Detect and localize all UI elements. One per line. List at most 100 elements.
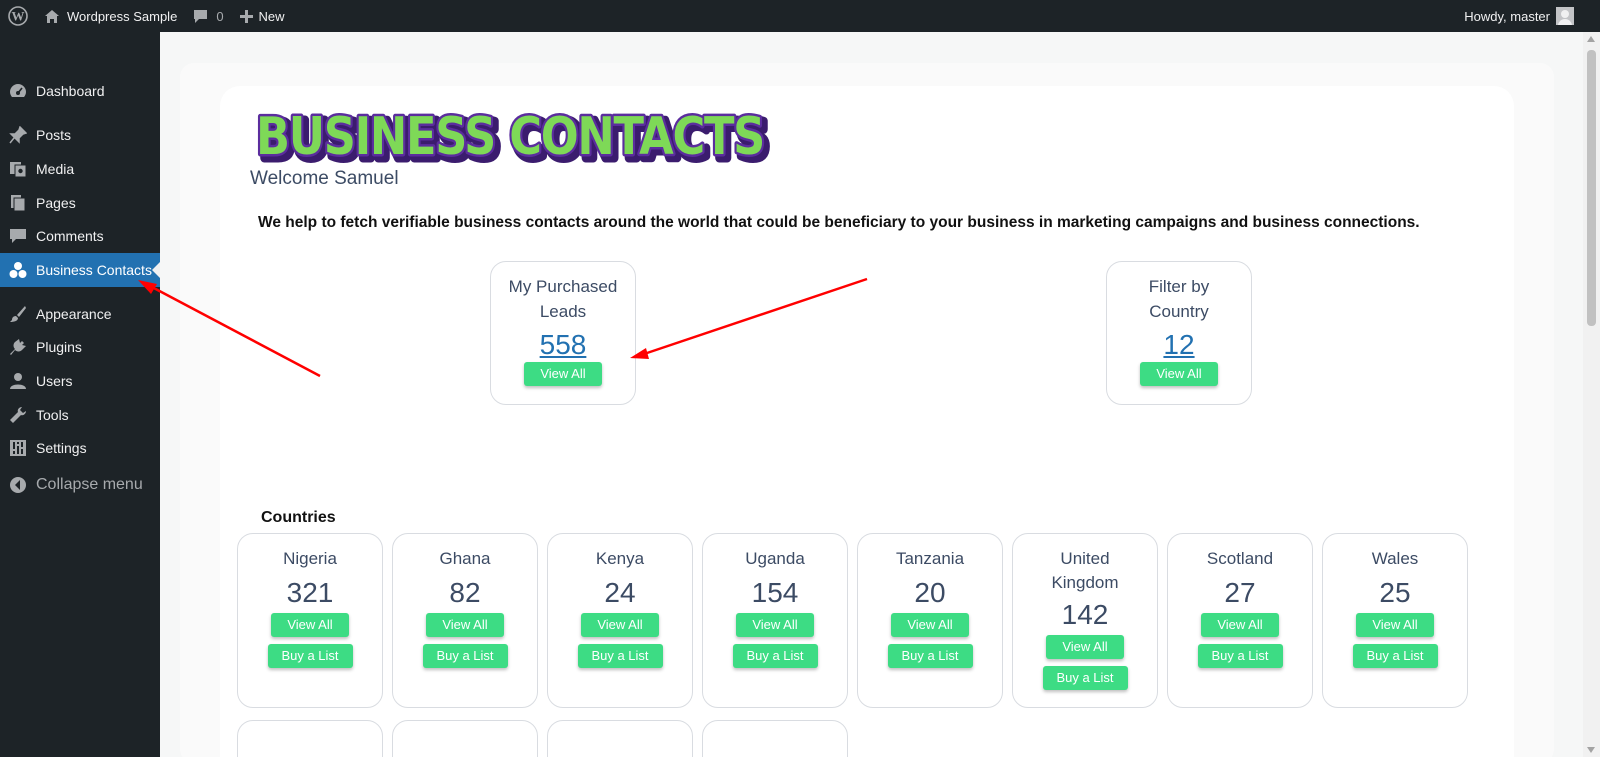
pin-icon [8, 125, 28, 145]
howdy-text: Howdy, master [1464, 8, 1550, 24]
settings-icon [8, 438, 28, 458]
country-count: 27 [1224, 577, 1256, 608]
sidebar-item-posts[interactable]: Posts [0, 118, 160, 152]
buy-a-list-button[interactable]: Buy a List [887, 644, 973, 668]
admin-bar: W Wordpress Sample 0 New Howdy, master [0, 0, 1600, 32]
scroll-down-arrow-icon[interactable] [1587, 747, 1595, 753]
comments-count: 0 [216, 8, 224, 24]
sidebar-item-media[interactable]: Media [0, 152, 160, 186]
country-name: Nigeria [283, 549, 337, 568]
country-card-nigeria: Nigeria 321 View All Buy a List [237, 533, 383, 708]
collapse-icon [8, 475, 28, 495]
card-title-line1: Filter by [1148, 277, 1210, 296]
country-card-scotland: Scotland 27 View All Buy a List [1167, 533, 1313, 708]
country-card-uganda: Uganda 154 View All Buy a List [702, 533, 848, 708]
comment-bubble-icon [193, 9, 208, 24]
purchased-leads-view-all-button[interactable]: View All [524, 362, 602, 386]
country-count: 142 [1061, 599, 1109, 630]
plugin-icon [8, 337, 28, 357]
country-count: 20 [914, 577, 946, 608]
sidebar-item-label: Users [36, 373, 73, 389]
view-all-button[interactable]: View All [1201, 613, 1279, 637]
media-icon [8, 159, 28, 179]
wrench-icon [8, 405, 28, 425]
buy-a-list-button[interactable]: Buy a List [1042, 666, 1128, 690]
view-all-button[interactable]: View All [1356, 613, 1434, 637]
sidebar-item-label: Media [36, 161, 75, 177]
sidebar-item-settings[interactable]: Settings [0, 431, 160, 465]
country-card-kenya: Kenya 24 View All Buy a List [547, 533, 693, 708]
country-card-ghana: Ghana 82 View All Buy a List [392, 533, 538, 708]
site-name: Wordpress Sample [67, 8, 178, 24]
country-card [547, 720, 693, 757]
country-card-united-kingdom: United Kingdom 142 View All Buy a List [1012, 533, 1158, 708]
buy-a-list-button[interactable]: Buy a List [422, 644, 508, 668]
sidebar-item-label: Pages [36, 195, 76, 211]
sidebar-item-users[interactable]: Users [0, 364, 160, 398]
sidebar-item-label: Settings [36, 440, 87, 456]
comments-link[interactable]: 0 [185, 0, 231, 32]
country-name: Tanzania [895, 549, 965, 568]
sidebar-item-dashboard[interactable]: Dashboard [0, 74, 160, 108]
country-card-tanzania: Tanzania 20 View All Buy a List [857, 533, 1003, 708]
collapse-menu-button[interactable]: Collapse menu [0, 468, 160, 502]
view-all-button[interactable]: View All [891, 613, 969, 637]
my-account-link[interactable]: Howdy, master [1456, 0, 1600, 32]
country-name-line2: Kingdom [1051, 573, 1119, 592]
country-name: Ghana [439, 549, 491, 568]
view-all-button[interactable]: View All [271, 613, 349, 637]
view-all-button[interactable]: View All [581, 613, 659, 637]
card-title-line2: Leads [539, 302, 587, 321]
sidebar-item-label: Dashboard [36, 83, 105, 99]
sidebar-item-appearance[interactable]: Appearance [0, 297, 160, 331]
new-content-link[interactable]: New [232, 0, 293, 32]
country-card [702, 720, 848, 757]
new-label: New [258, 8, 285, 24]
sidebar-item-label: Plugins [36, 339, 82, 355]
country-name: Kenya [595, 549, 645, 568]
dashboard-icon [8, 81, 28, 101]
user-icon [8, 371, 28, 391]
filter-by-country-view-all-button[interactable]: View All [1140, 362, 1218, 386]
sidebar-item-tools[interactable]: Tools [0, 398, 160, 432]
country-count-link[interactable]: 12 [1163, 329, 1194, 360]
buy-a-list-button[interactable]: Buy a List [732, 644, 818, 668]
groups-icon [8, 260, 28, 280]
country-card [237, 720, 383, 757]
buy-a-list-button[interactable]: Buy a List [267, 644, 353, 668]
sidebar-item-business-contacts[interactable]: Business Contacts [0, 253, 160, 287]
sidebar-item-label: Collapse menu [36, 476, 143, 493]
sidebar-item-plugins[interactable]: Plugins [0, 330, 160, 364]
scroll-up-arrow-icon[interactable] [1587, 36, 1595, 42]
sidebar-item-pages[interactable]: Pages [0, 186, 160, 220]
buy-a-list-button[interactable]: Buy a List [577, 644, 663, 668]
country-card-wales: Wales 25 View All Buy a List [1322, 533, 1468, 708]
country-count: 25 [1379, 577, 1411, 608]
view-all-button[interactable]: View All [736, 613, 814, 637]
svg-text:BUSINESS CONTACTS: BUSINESS CONTACTS [256, 107, 764, 166]
buy-a-list-button[interactable]: Buy a List [1352, 644, 1438, 668]
country-card [392, 720, 538, 757]
sidebar-item-label: Business Contacts [36, 262, 152, 278]
card-title-line1: My Purchased [508, 277, 618, 296]
site-name-link[interactable]: Wordpress Sample [36, 0, 185, 32]
avatar [1556, 7, 1574, 25]
view-all-button[interactable]: View All [426, 613, 504, 637]
scrollbar-thumb[interactable] [1587, 50, 1596, 326]
sidebar-item-label: Comments [36, 228, 104, 244]
page-scrollbar[interactable] [1583, 32, 1600, 757]
wordpress-logo-icon[interactable]: W [0, 0, 36, 32]
view-all-button[interactable]: View All [1046, 635, 1124, 659]
purchased-leads-card: My Purchased Leads 558 View All [490, 261, 636, 405]
home-icon [44, 9, 60, 24]
country-count: 154 [751, 577, 799, 608]
business-contacts-logo: BUSINESS CONTACTS BUSINESS CONTACTS [254, 105, 771, 167]
buy-a-list-button[interactable]: Buy a List [1197, 644, 1283, 668]
country-count: 321 [286, 577, 334, 608]
sidebar-item-comments[interactable]: Comments [0, 219, 160, 253]
comment-icon [8, 226, 28, 246]
sidebar-item-label: Tools [36, 407, 69, 423]
sidebar-item-label: Appearance [36, 306, 112, 322]
purchased-leads-count-link[interactable]: 558 [540, 329, 587, 360]
brush-icon [8, 304, 28, 324]
